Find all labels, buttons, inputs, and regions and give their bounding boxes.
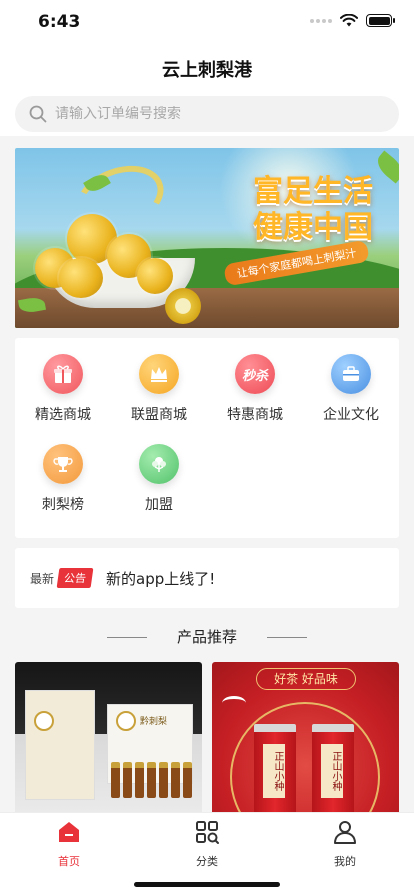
- product-bottle: [135, 762, 144, 798]
- trophy-icon: [43, 444, 83, 484]
- product-decor-arc: [230, 702, 380, 822]
- notice-latest-label: 最新: [30, 571, 55, 586]
- tab-label: 分类: [196, 855, 218, 868]
- menu-item-franchise[interactable]: 加盟: [111, 444, 207, 514]
- status-bar: 6:43: [0, 0, 414, 44]
- search-input[interactable]: [55, 106, 375, 122]
- product-tea-can: 正山小种: [254, 724, 296, 814]
- tab-home[interactable]: 首页: [0, 819, 138, 869]
- banner-headline: 富足生活 健康中国: [253, 174, 373, 246]
- menu-item-label: 加盟: [145, 497, 173, 513]
- tab-profile[interactable]: 我的: [276, 819, 414, 869]
- product-can-label: 正山小种: [321, 744, 343, 798]
- menu-item-discount-mall[interactable]: 秒杀 特惠商城: [207, 354, 303, 424]
- gift-icon: [43, 354, 83, 394]
- home-icon: [59, 822, 79, 842]
- briefcase-icon: [331, 354, 371, 394]
- wifi-icon: [340, 14, 358, 27]
- status-icons: [310, 14, 395, 27]
- category-icon: [196, 821, 219, 844]
- product-bottle: [123, 762, 132, 798]
- menu-item-label: 企业文化: [323, 407, 379, 423]
- search-icon: [29, 105, 47, 123]
- seckill-icon: 秒杀: [235, 354, 275, 394]
- signal-icon: [310, 18, 332, 23]
- product-bottle: [171, 762, 180, 798]
- banner-leaf: [372, 150, 399, 184]
- notice-text[interactable]: 新的app上线了!: [106, 568, 215, 589]
- notice-tag: 公告: [56, 568, 94, 588]
- flower-icon: [139, 444, 179, 484]
- promo-banner[interactable]: 富足生活 健康中国 让每个家庭都喝上刺梨汁: [15, 148, 399, 328]
- product-slogan: 好茶 好品味: [256, 668, 356, 690]
- menu-item-ranking[interactable]: 刺梨榜: [15, 444, 111, 514]
- notice-bar[interactable]: 最新 公告 新的app上线了!: [15, 548, 399, 608]
- search-bar[interactable]: [15, 96, 399, 132]
- section-title: 产品推荐: [176, 628, 237, 646]
- banner-headline-line1: 富足生活: [253, 174, 373, 209]
- product-card[interactable]: 黔刺梨: [15, 662, 202, 822]
- user-icon: [334, 821, 356, 844]
- home-indicator: [134, 882, 280, 887]
- product-bottle: [159, 762, 168, 798]
- menu-item-alliance-mall[interactable]: 联盟商城: [111, 354, 207, 424]
- product-card[interactable]: 好茶 好品味 正山小种 正山小种: [212, 662, 399, 822]
- product-bottle: [183, 762, 192, 798]
- product-logo-text: 黔刺梨: [140, 717, 168, 727]
- product-logo-icon: [116, 711, 136, 731]
- header: 云上刺梨港: [0, 44, 414, 136]
- section-divider-right: [267, 637, 307, 638]
- banner-fruit: [137, 258, 173, 294]
- seckill-icon-text: 秒杀: [241, 368, 268, 384]
- battery-icon: [366, 14, 395, 27]
- tab-label: 首页: [58, 855, 80, 868]
- product-bottle: [111, 762, 120, 798]
- menu-grid: 精选商城 联盟商城 秒杀 特惠商城 企业文化 刺梨榜 加盟: [15, 338, 399, 538]
- menu-item-label: 刺梨榜: [42, 497, 84, 513]
- product-gift-bag: [25, 690, 95, 800]
- status-time: 6:43: [38, 12, 81, 32]
- banner-fruit-half: [165, 288, 201, 324]
- product-bottle: [147, 762, 156, 798]
- tab-label: 我的: [334, 855, 356, 868]
- menu-item-label: 精选商城: [35, 407, 91, 423]
- product-tea-can: 正山小种: [312, 724, 354, 814]
- product-can-label: 正山小种: [263, 744, 285, 798]
- product-logo-icon: [34, 711, 54, 731]
- crane-icon: [222, 696, 246, 710]
- menu-item-selected-mall[interactable]: 精选商城: [15, 354, 111, 424]
- tab-category[interactable]: 分类: [138, 819, 276, 869]
- banner-fruit: [59, 258, 103, 298]
- crown-icon: [139, 354, 179, 394]
- menu-item-label: 特惠商城: [227, 407, 283, 423]
- menu-item-corporate-culture[interactable]: 企业文化: [303, 354, 399, 424]
- menu-item-label: 联盟商城: [131, 407, 187, 423]
- page-title: 云上刺梨港: [162, 60, 252, 81]
